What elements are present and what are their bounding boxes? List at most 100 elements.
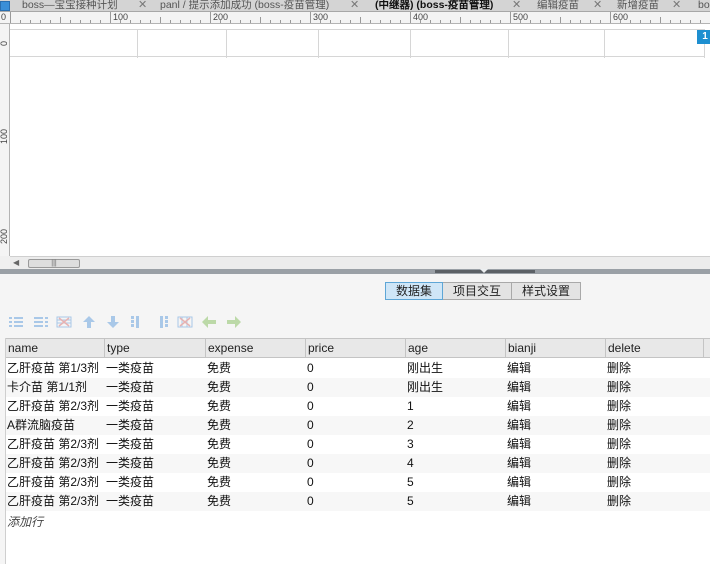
table-cell-bianji[interactable]: 编辑 bbox=[506, 492, 606, 511]
table-cell-delete[interactable]: 删除 bbox=[606, 378, 704, 397]
table-cell-name[interactable]: 卡介苗 第1/1剂 bbox=[6, 378, 105, 397]
table-cell-price[interactable]: 0 bbox=[306, 473, 406, 492]
table-row[interactable]: 乙肝疫苗 第2/3剂 一类疫苗 免费 0 3 编辑 删除 bbox=[6, 435, 710, 454]
table-cell-name[interactable]: 乙肝疫苗 第2/3剂 bbox=[6, 473, 105, 492]
table-cell-delete[interactable]: 删除 bbox=[606, 416, 704, 435]
table-cell-expense[interactable]: 免费 bbox=[206, 416, 306, 435]
table-cell-age[interactable]: 刚出生 bbox=[406, 378, 506, 397]
table-cell-price[interactable]: 0 bbox=[306, 416, 406, 435]
table-row[interactable]: 乙肝疫苗 第2/3剂 一类疫苗 免费 0 4 编辑 删除 bbox=[6, 454, 710, 473]
repeater-cell[interactable] bbox=[10, 30, 138, 58]
table-cell-expense[interactable]: 免费 bbox=[206, 435, 306, 454]
table-row[interactable]: 乙肝疫苗 第2/3剂 一类疫苗 免费 0 1 编辑 删除 bbox=[6, 397, 710, 416]
table-cell-delete[interactable]: 删除 bbox=[606, 359, 704, 378]
table-cell-age[interactable]: 5 bbox=[406, 473, 506, 492]
subtab-interactions[interactable]: 项目交互 bbox=[443, 282, 513, 300]
doc-tab[interactable]: boss—宝宝接种计划 bbox=[22, 0, 134, 11]
pin-icon[interactable] bbox=[0, 1, 10, 11]
table-cell-price[interactable]: 0 bbox=[306, 454, 406, 473]
move-down-icon[interactable] bbox=[105, 315, 121, 329]
column-header-bianji[interactable]: bianji bbox=[506, 339, 606, 358]
insert-column-left-icon[interactable] bbox=[129, 315, 145, 329]
column-header-name[interactable]: name bbox=[6, 339, 105, 358]
table-row[interactable]: 卡介苗 第1/1剂 一类疫苗 免费 0 刚出生 编辑 删除 bbox=[6, 378, 710, 397]
close-tab-icon[interactable]: ✕ bbox=[672, 0, 681, 11]
table-cell-type[interactable]: 一类疫苗 bbox=[105, 416, 206, 435]
repeater-cell[interactable] bbox=[138, 30, 227, 58]
table-cell-expense[interactable]: 免费 bbox=[206, 397, 306, 416]
table-cell-price[interactable]: 0 bbox=[306, 435, 406, 454]
close-tab-icon[interactable]: ✕ bbox=[512, 0, 521, 11]
table-cell-delete[interactable]: 删除 bbox=[606, 435, 704, 454]
column-header-price[interactable]: price bbox=[306, 339, 406, 358]
column-header-type[interactable]: type bbox=[105, 339, 206, 358]
table-row[interactable]: 乙肝疫苗 第2/3剂 一类疫苗 免费 0 5 编辑 删除 bbox=[6, 492, 710, 511]
table-cell-expense[interactable]: 免费 bbox=[206, 378, 306, 397]
repeater-cell[interactable] bbox=[411, 30, 509, 58]
close-tab-icon[interactable]: ✕ bbox=[138, 0, 147, 11]
table-cell-price[interactable]: 0 bbox=[306, 378, 406, 397]
table-cell-bianji[interactable]: 编辑 bbox=[506, 473, 606, 492]
insert-row-above-icon[interactable] bbox=[8, 315, 24, 329]
move-right-icon[interactable] bbox=[226, 315, 242, 329]
repeater-cell[interactable] bbox=[605, 30, 705, 58]
table-cell-type[interactable]: 一类疫苗 bbox=[105, 378, 206, 397]
repeater-cell[interactable] bbox=[509, 30, 605, 58]
scrollbar-thumb[interactable]: ||| bbox=[28, 259, 80, 268]
insert-column-right-icon[interactable] bbox=[154, 315, 170, 329]
table-row[interactable]: A群流脑疫苗 一类疫苗 免费 0 2 编辑 删除 bbox=[6, 416, 710, 435]
table-cell-age[interactable]: 1 bbox=[406, 397, 506, 416]
table-cell-bianji[interactable]: 编辑 bbox=[506, 359, 606, 378]
table-cell-type[interactable]: 一类疫苗 bbox=[105, 359, 206, 378]
subtab-style[interactable]: 样式设置 bbox=[512, 282, 582, 300]
table-cell-type[interactable]: 一类疫苗 bbox=[105, 454, 206, 473]
table-cell-type[interactable]: 一类疫苗 bbox=[105, 492, 206, 511]
doc-tab[interactable]: (中继器) (boss-疫苗管理) bbox=[375, 0, 505, 11]
table-cell-name[interactable]: 乙肝疫苗 第2/3剂 bbox=[6, 435, 105, 454]
table-cell-expense[interactable]: 免费 bbox=[206, 454, 306, 473]
table-cell-bianji[interactable]: 编辑 bbox=[506, 416, 606, 435]
table-cell-type[interactable]: 一类疫苗 bbox=[105, 473, 206, 492]
table-cell-price[interactable]: 0 bbox=[306, 492, 406, 511]
table-cell-delete[interactable]: 删除 bbox=[606, 473, 704, 492]
close-tab-icon[interactable]: ✕ bbox=[593, 0, 602, 11]
move-up-icon[interactable] bbox=[81, 315, 97, 329]
column-header-age[interactable]: age bbox=[406, 339, 506, 358]
insert-row-below-icon[interactable] bbox=[33, 315, 49, 329]
doc-tab[interactable]: 编辑疫苗 bbox=[537, 0, 601, 11]
table-cell-age[interactable]: 3 bbox=[406, 435, 506, 454]
table-cell-type[interactable]: 一类疫苗 bbox=[105, 397, 206, 416]
table-cell-expense[interactable]: 免费 bbox=[206, 473, 306, 492]
delete-column-icon[interactable] bbox=[177, 315, 193, 329]
table-cell-name[interactable]: 乙肝疫苗 第1/3剂 bbox=[6, 359, 105, 378]
table-cell-name[interactable]: 乙肝疫苗 第2/3剂 bbox=[6, 397, 105, 416]
close-tab-icon[interactable]: ✕ bbox=[350, 0, 359, 11]
table-cell-delete[interactable]: 删除 bbox=[606, 397, 704, 416]
repeater-cell[interactable] bbox=[227, 30, 319, 58]
repeater-widget[interactable] bbox=[10, 29, 705, 58]
collapse-arrow-icon[interactable] bbox=[480, 269, 488, 273]
table-cell-price[interactable]: 0 bbox=[306, 359, 406, 378]
design-canvas[interactable]: 1 bbox=[10, 24, 710, 256]
move-left-icon[interactable] bbox=[201, 315, 217, 329]
table-cell-age[interactable]: 5 bbox=[406, 492, 506, 511]
repeater-cell[interactable] bbox=[319, 30, 411, 58]
table-cell-name[interactable]: 乙肝疫苗 第2/3剂 bbox=[6, 492, 105, 511]
column-header-expense[interactable]: expense bbox=[206, 339, 306, 358]
table-cell-bianji[interactable]: 编辑 bbox=[506, 435, 606, 454]
add-row-link[interactable]: 添加行 bbox=[7, 513, 43, 530]
delete-row-icon[interactable] bbox=[56, 315, 72, 329]
table-cell-name[interactable]: A群流脑疫苗 bbox=[6, 416, 105, 435]
table-cell-bianji[interactable]: 编辑 bbox=[506, 397, 606, 416]
table-cell-name[interactable]: 乙肝疫苗 第2/3剂 bbox=[6, 454, 105, 473]
horizontal-scrollbar[interactable]: ◀ ||| bbox=[10, 256, 710, 269]
table-cell-age[interactable]: 刚出生 bbox=[406, 359, 506, 378]
subtab-dataset[interactable]: 数据集 bbox=[385, 282, 444, 300]
table-cell-delete[interactable]: 删除 bbox=[606, 492, 704, 511]
table-cell-bianji[interactable]: 编辑 bbox=[506, 454, 606, 473]
column-header-delete[interactable]: delete bbox=[606, 339, 704, 358]
table-row[interactable]: 乙肝疫苗 第2/3剂 一类疫苗 免费 0 5 编辑 删除 bbox=[6, 473, 710, 492]
page-number-badge[interactable]: 1 bbox=[697, 30, 710, 44]
table-cell-bianji[interactable]: 编辑 bbox=[506, 378, 606, 397]
scroll-left-icon[interactable]: ◀ bbox=[13, 258, 19, 267]
